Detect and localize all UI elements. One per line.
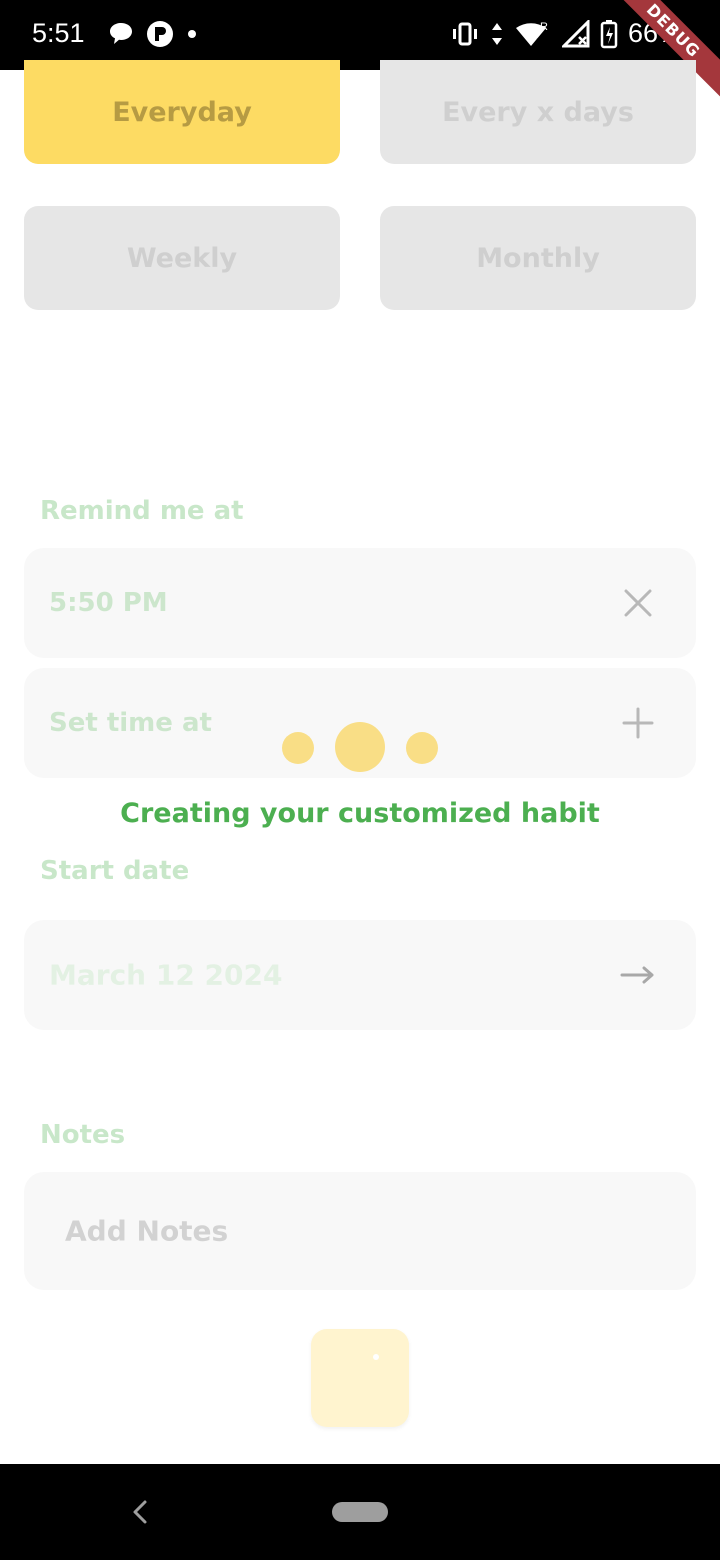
svg-text:R: R [540, 21, 548, 33]
reminder-time-value: 5:50 PM [49, 588, 168, 618]
notes-field[interactable]: Add Notes [24, 1172, 696, 1290]
close-icon[interactable] [620, 585, 656, 621]
loading-dots [280, 720, 440, 774]
reminder-time-field[interactable]: 5:50 PM [24, 548, 696, 658]
remind-label: Remind me at [40, 496, 244, 526]
chip-label: Weekly [126, 242, 238, 274]
arrow-right-icon[interactable] [620, 957, 656, 993]
start-date-label: Start date [40, 856, 190, 886]
loading-dot [406, 732, 438, 764]
back-icon[interactable] [128, 1494, 152, 1530]
sparkle-icon [373, 1354, 379, 1360]
start-date-field[interactable]: March 12 2024 [24, 920, 696, 1030]
chat-bubble-icon [110, 23, 132, 44]
signal-icon [561, 19, 590, 47]
data-arrows-icon [491, 22, 502, 45]
frequency-monthly-chip[interactable]: Monthly [380, 206, 696, 310]
loading-dot [335, 722, 385, 772]
plus-icon[interactable] [620, 705, 656, 741]
frequency-weekly-chip[interactable]: Weekly [24, 206, 340, 310]
home-pill[interactable] [332, 1502, 388, 1522]
dot-icon [188, 30, 196, 38]
loading-dot [282, 732, 314, 764]
notes-label: Notes [40, 1120, 126, 1150]
set-time-label: Set time at [49, 708, 212, 738]
loading-message: Creating your customized habit [120, 798, 600, 829]
status-left-icons [108, 20, 198, 48]
frequency-everyday-chip[interactable]: Everyday [24, 60, 340, 164]
battery-icon [600, 19, 618, 48]
vibrate-icon [452, 22, 477, 45]
notes-placeholder: Add Notes [65, 1214, 229, 1248]
frequency-every-x-days-chip[interactable]: Every x days [380, 60, 696, 164]
svg-text:5: 5 [536, 37, 542, 48]
save-habit-button[interactable] [311, 1329, 409, 1427]
chip-label: Everyday [112, 96, 252, 128]
p-app-icon [147, 21, 173, 47]
chip-label: Every x days [442, 96, 634, 128]
wifi-icon: R 5 [515, 21, 548, 48]
status-time: 5:51 [32, 18, 85, 48]
start-date-value: March 12 2024 [49, 958, 283, 992]
chip-label: Monthly [476, 242, 600, 274]
